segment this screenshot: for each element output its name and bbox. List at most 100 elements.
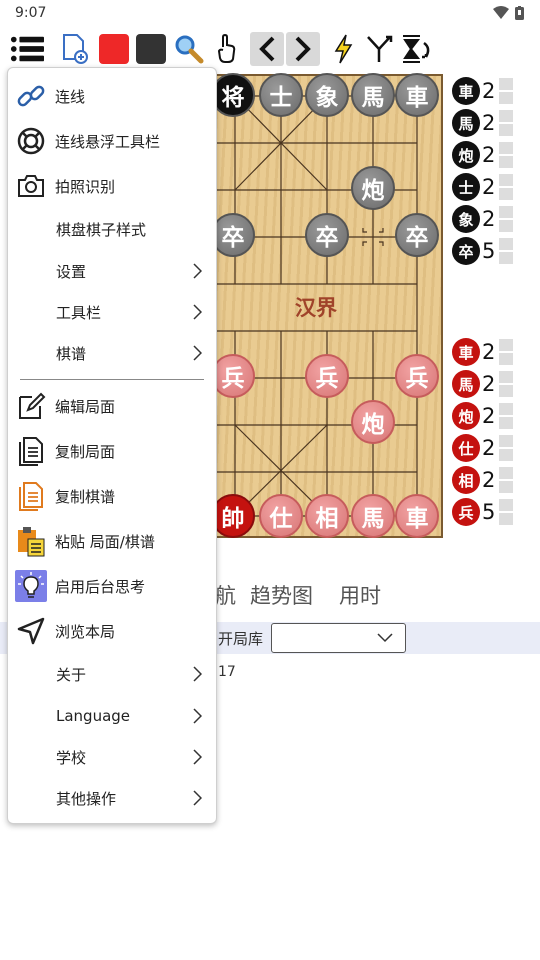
back-icon[interactable]: [250, 32, 284, 66]
menu-item-link[interactable]: 连线: [8, 76, 216, 116]
forward-icon[interactable]: [286, 32, 320, 66]
count-bar: [499, 467, 513, 493]
menu-item-edit-position[interactable]: 编辑局面: [8, 386, 216, 426]
tab-time[interactable]: 用时: [339, 580, 381, 610]
black-soldier-piece[interactable]: 卒: [305, 213, 349, 257]
red-horse-piece[interactable]: 馬: [351, 494, 395, 538]
menu-item-label: 启用后台思考: [55, 577, 146, 596]
black-square-icon[interactable]: [134, 32, 168, 66]
red-general-piece[interactable]: 帥: [211, 494, 255, 538]
flip-icon[interactable]: [400, 32, 434, 66]
red-soldier-piece[interactable]: 兵: [211, 354, 255, 398]
chevron-down-icon: [377, 633, 393, 643]
count-bar: [499, 339, 513, 365]
chess-board[interactable]: 汉界 将 士 象 馬 車 炮 卒 卒 卒 兵 兵 兵 炮 帥 仕 相 馬 車: [211, 73, 443, 538]
tab-partial[interactable]: 航: [215, 580, 236, 610]
menu-item-settings[interactable]: 设置: [8, 251, 216, 291]
count-piece: 炮: [452, 402, 480, 430]
menu-item-board-style[interactable]: 棋盘棋子样式: [8, 209, 216, 249]
black-chariot-piece[interactable]: 車: [395, 73, 439, 117]
info-text: 17: [218, 664, 236, 680]
count-bar: [499, 499, 513, 525]
red-cannon-piece[interactable]: 炮: [351, 400, 395, 444]
lightbulb-icon: [15, 570, 47, 602]
hand-icon[interactable]: [210, 32, 244, 66]
menu-item-label: 棋盘棋子样式: [56, 220, 147, 239]
count-number: 2: [482, 468, 496, 492]
black-soldier-piece[interactable]: 卒: [211, 213, 255, 257]
branch-icon[interactable]: [362, 32, 396, 66]
menu-item-language[interactable]: Language: [8, 696, 216, 736]
opening-book-select[interactable]: [271, 623, 406, 653]
black-elephant-piece[interactable]: 象: [305, 73, 349, 117]
red-advisor-piece[interactable]: 仕: [259, 494, 303, 538]
menu-item-label: 其他操作: [56, 789, 117, 808]
count-bar: [499, 78, 513, 104]
status-bar: 9:07: [0, 0, 540, 28]
count-row: 卒5: [452, 236, 513, 266]
menu-item-other-actions[interactable]: 其他操作: [8, 778, 216, 818]
search-icon[interactable]: [172, 32, 206, 66]
menu-item-toolbar[interactable]: 工具栏: [8, 292, 216, 332]
red-chariot-piece[interactable]: 車: [395, 494, 439, 538]
count-piece: 馬: [452, 109, 480, 137]
black-soldier-piece[interactable]: 卒: [395, 213, 439, 257]
menu-item-browse-game[interactable]: 浏览本局: [8, 611, 216, 651]
menu-item-paste[interactable]: 粘贴 局面/棋谱: [8, 521, 216, 561]
count-number: 2: [482, 404, 496, 428]
battery-icon: [515, 6, 524, 20]
count-bar: [499, 110, 513, 136]
main-menu: 连线 连线悬浮工具栏 拍照识别 棋盘棋子样式 设置 工具栏 棋谱 编辑局面 复制…: [7, 67, 217, 824]
status-time: 9:07: [15, 5, 47, 21]
menu-item-label: 工具栏: [56, 303, 102, 322]
menu-item-game-record[interactable]: 棋谱: [8, 333, 216, 373]
red-elephant-piece[interactable]: 相: [305, 494, 349, 538]
chevron-right-icon: [193, 304, 202, 320]
count-row: 炮2: [452, 401, 513, 431]
menu-item-copy-record[interactable]: 复制棋谱: [8, 476, 216, 516]
copy-record-icon: [15, 480, 47, 512]
count-bar: [499, 371, 513, 397]
menu-item-about[interactable]: 关于: [8, 654, 216, 694]
menu-item-school[interactable]: 学校: [8, 737, 216, 777]
count-bar: [499, 206, 513, 232]
menu-item-label: 粘贴 局面/棋谱: [55, 532, 155, 551]
red-soldier-piece[interactable]: 兵: [395, 354, 439, 398]
count-number: 2: [482, 436, 496, 460]
black-general-piece[interactable]: 将: [211, 73, 255, 117]
count-piece: 車: [452, 77, 480, 105]
red-square-icon[interactable]: [97, 32, 131, 66]
menu-icon[interactable]: [10, 32, 44, 66]
count-number: 2: [482, 111, 496, 135]
count-number: 5: [482, 500, 496, 524]
red-soldier-piece[interactable]: 兵: [305, 354, 349, 398]
lifebuoy-icon: [15, 125, 47, 157]
menu-item-floating-toolbar[interactable]: 连线悬浮工具栏: [8, 121, 216, 161]
edit-icon: [15, 390, 47, 422]
tab-trend[interactable]: 趋势图: [250, 580, 313, 610]
count-row: 仕2: [452, 433, 513, 463]
menu-item-label: 编辑局面: [55, 397, 116, 416]
count-number: 2: [482, 143, 496, 167]
black-horse-piece[interactable]: 馬: [351, 73, 395, 117]
count-piece: 馬: [452, 370, 480, 398]
paste-icon: [15, 525, 47, 557]
count-row: 馬2: [452, 108, 513, 138]
menu-item-label: 设置: [56, 262, 87, 281]
menu-item-copy-position[interactable]: 复制局面: [8, 431, 216, 471]
black-advisor-piece[interactable]: 士: [259, 73, 303, 117]
menu-item-label: 浏览本局: [55, 622, 116, 641]
count-number: 2: [482, 372, 496, 396]
count-piece: 卒: [452, 237, 480, 265]
count-piece: 仕: [452, 434, 480, 462]
menu-item-photo-recognition[interactable]: 拍照识别: [8, 166, 216, 206]
count-row: 馬2: [452, 369, 513, 399]
menu-item-label: 连线: [55, 87, 86, 106]
black-cannon-piece[interactable]: 炮: [351, 166, 395, 210]
count-row: 士2: [452, 172, 513, 202]
new-game-icon[interactable]: [58, 32, 92, 66]
chevron-right-icon: [193, 708, 202, 724]
menu-item-background-thinking[interactable]: 启用后台思考: [8, 566, 216, 606]
lightning-icon[interactable]: [326, 32, 360, 66]
count-row: 車2: [452, 337, 513, 367]
